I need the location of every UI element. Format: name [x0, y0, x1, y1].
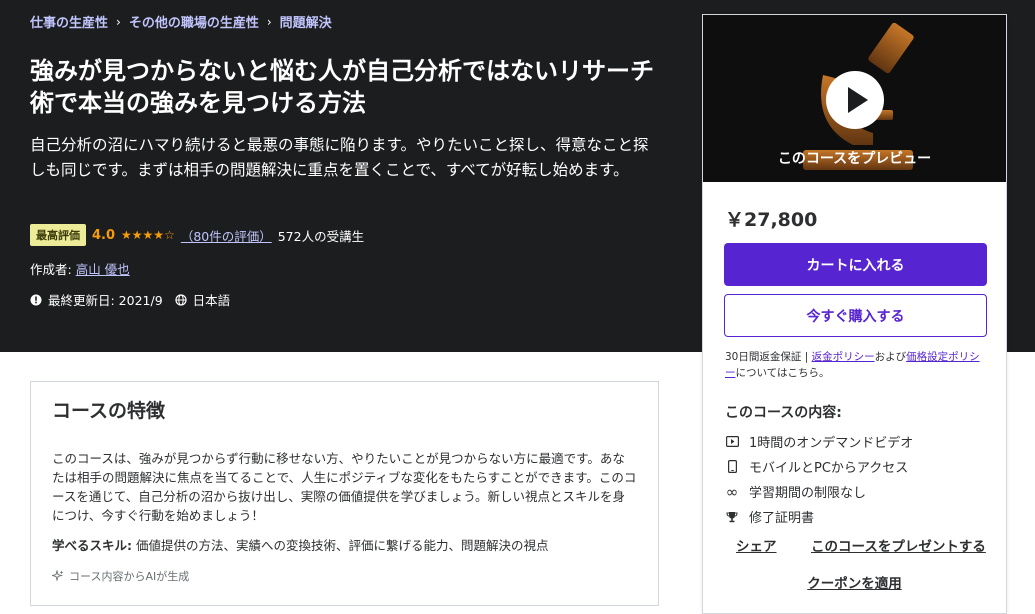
ai-note-text: コース内容からAIが生成 [69, 570, 190, 583]
includes-title: このコースの内容: [725, 405, 842, 421]
list-item: ∞ 学習期間の制限なし [725, 479, 913, 504]
guarantee-suffix: についてはこちら。 [735, 367, 830, 379]
skills-list: 価値提供の方法、実績への変換技術、評価に繋げる能力、問題解決の視点 [132, 538, 549, 553]
buy-now-button[interactable]: 今すぐ購入する [724, 294, 987, 337]
trophy-icon [725, 510, 739, 524]
include-text: 学習期間の制限なし [749, 486, 867, 501]
course-price: ￥27,800 [725, 209, 818, 231]
breadcrumb-item-0[interactable]: 仕事の生産性 [30, 12, 108, 31]
include-text: 1時間のオンデマンドビデオ [749, 436, 914, 451]
author-link[interactable]: 高山 優也 [76, 262, 130, 277]
features-body: このコースは、強みが見つからず行動に移せない方、やりたいことが見つからない方に最… [52, 451, 637, 523]
guarantee-mid: および [874, 351, 907, 363]
includes-list: 1時間のオンデマンドビデオ モバイルとPCからアクセス ∞ 学習期間の制限なし … [725, 429, 913, 529]
student-count: 572人の受講生 [277, 228, 365, 244]
rating-row: 最高評価 4.0 ★★★★☆ （80件の評価） 572人の受講生 [30, 224, 364, 246]
reviews-link[interactable]: （80件の評価） [181, 226, 272, 245]
meta-row: 最終更新日: 2021/9 日本語 [30, 290, 230, 309]
video-icon [725, 435, 739, 449]
ai-generated-note: コース内容からAIが生成 [52, 568, 189, 584]
apply-coupon-button[interactable]: クーポンを適用 [703, 572, 1006, 592]
author-label: 作成者: [30, 262, 72, 277]
purchase-sidebar: このコースをプレビュー ￥27,800 カートに入れる 今すぐ購入する 30日間… [702, 14, 1007, 614]
last-updated: 最終更新日: 2021/9 [48, 293, 163, 308]
share-button[interactable]: シェア [736, 535, 777, 555]
course-language: 日本語 [192, 293, 231, 308]
preview-label: このコースをプレビュー [777, 151, 932, 167]
author-row: 作成者: 高山 優也 [30, 259, 130, 278]
breadcrumb: 仕事の生産性 › その他の職場の生産性 › 問題解決 [30, 12, 332, 32]
skills-label: 学べるスキル: [52, 538, 132, 553]
skills-text: 学べるスキル: 価値提供の方法、実績への変換技術、評価に繋げる能力、問題解決の視… [52, 536, 637, 555]
course-title: 強みが見つからないと悩む人が自己分析ではないリサーチ術で本当の強みを見つける方法 [30, 57, 654, 117]
chevron-right-icon: › [116, 14, 121, 29]
course-preview[interactable]: このコースをプレビュー [703, 15, 1006, 182]
course-subtitle: 自己分析の沼にハマり続けると最悪の事態に陥ります。やりたいこと探し、得意なこと探… [30, 136, 649, 179]
features-title: コースの特徴 [52, 400, 166, 422]
list-item: 1時間のオンデマンドビデオ [725, 429, 913, 454]
gift-course-button[interactable]: このコースをプレゼントする [811, 535, 986, 555]
star-rating-icon: ★★★★☆ [121, 228, 175, 242]
list-item: 修了証明書 [725, 504, 913, 529]
rating-value: 4.0 [92, 227, 116, 243]
chevron-right-icon: › [266, 14, 272, 29]
guarantee-prefix: 30日間返金保証 | [725, 351, 812, 363]
include-text: モバイルとPCからアクセス [749, 461, 909, 476]
include-text: 修了証明書 [749, 511, 815, 526]
refund-policy-link[interactable]: 返金ポリシー [812, 351, 875, 363]
alert-icon [30, 294, 42, 305]
bestseller-badge: 最高評価 [30, 224, 86, 246]
add-to-cart-button[interactable]: カートに入れる [724, 243, 987, 286]
infinity-icon: ∞ [725, 482, 739, 501]
globe-icon [175, 293, 187, 306]
breadcrumb-item-1[interactable]: その他の職場の生産性 [129, 12, 259, 31]
mobile-icon [725, 460, 739, 474]
breadcrumb-item-2[interactable]: 問題解決 [280, 12, 332, 31]
list-item: モバイルとPCからアクセス [725, 454, 913, 479]
course-features-box: コースの特徴 このコースは、強みが見つからず行動に移せない方、やりたいことが見つ… [30, 381, 659, 606]
sparkle-icon [52, 570, 64, 582]
guarantee-text: 30日間返金保証 | 返金ポリシーおよび価格設定ポリシーについてはこちら。 [725, 349, 987, 381]
play-icon[interactable] [826, 71, 884, 129]
